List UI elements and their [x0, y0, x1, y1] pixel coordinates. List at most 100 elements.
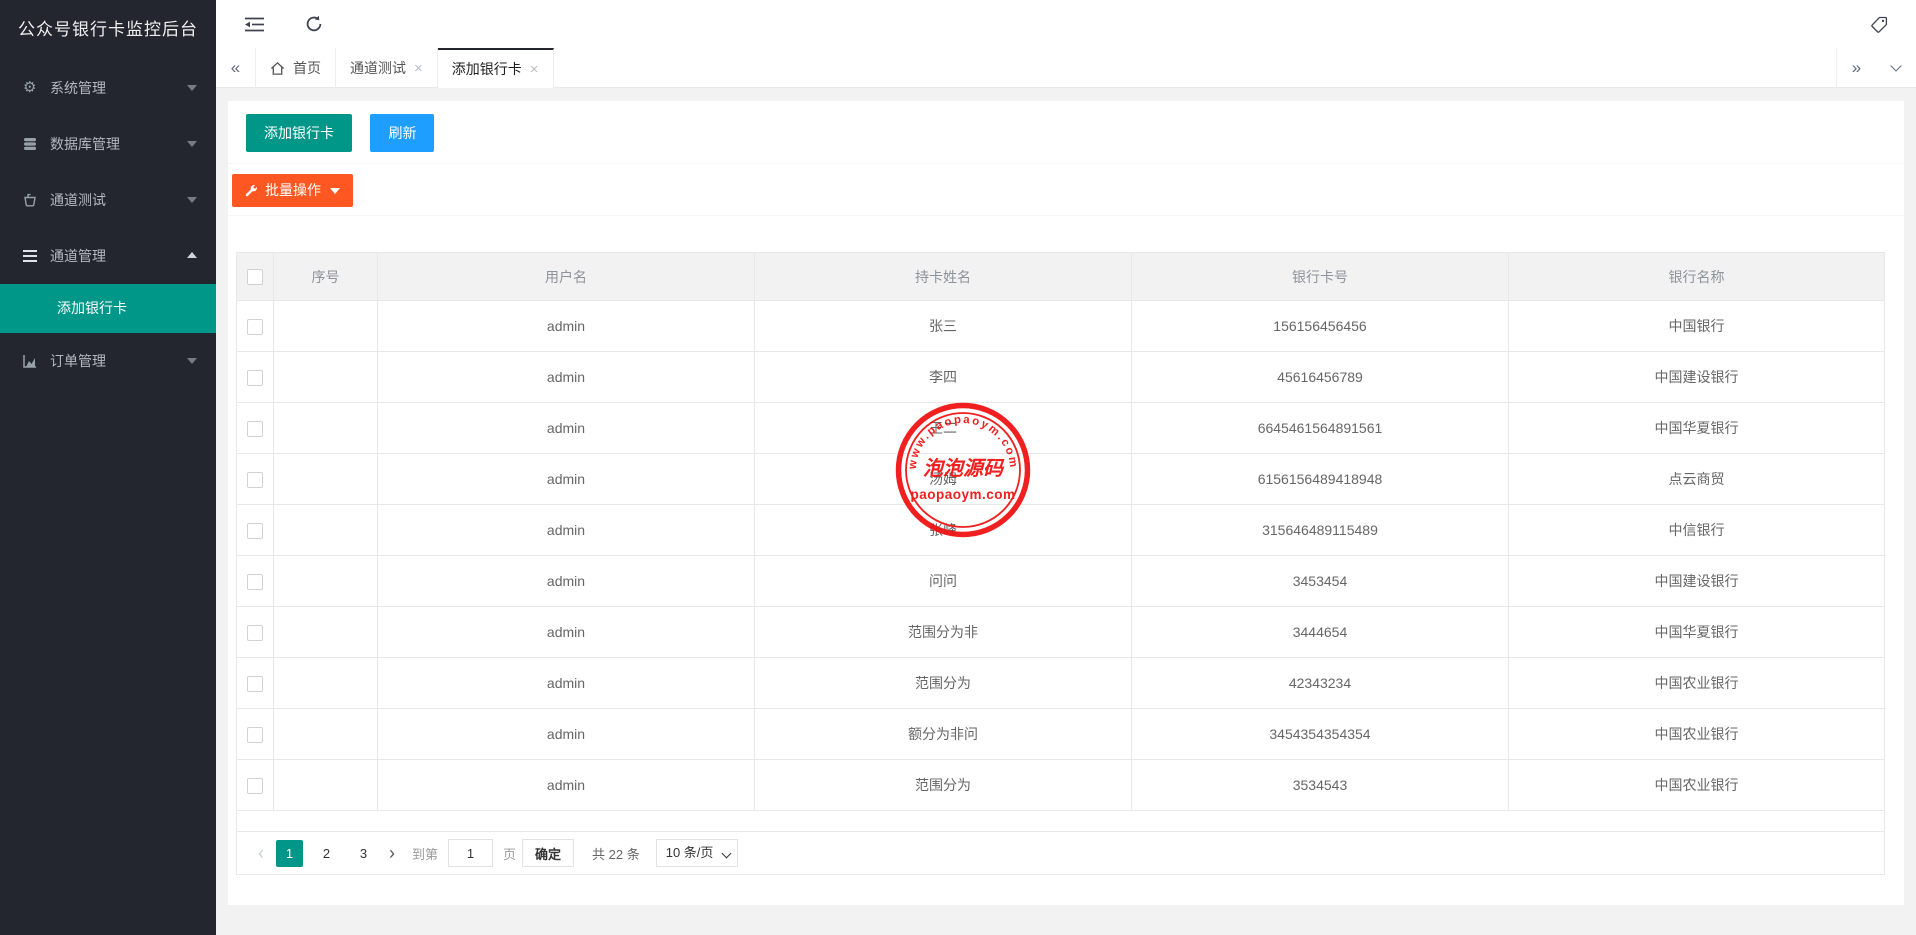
tag-icon[interactable] [1859, 0, 1899, 48]
add-bank-card-button[interactable]: 添加银行卡 [246, 114, 352, 152]
main-panel: 添加银行卡 刷新 批量操作 序号 用户名 [228, 101, 1904, 905]
tabs-scroll-left-icon[interactable]: « [216, 48, 256, 88]
sidebar-item-label: 系统管理 [50, 80, 106, 96]
goto-page-input[interactable] [448, 839, 493, 867]
row-checkbox[interactable] [247, 472, 263, 488]
cell-bank: 中国华夏银行 [1509, 403, 1885, 454]
table-footer-spacer [237, 811, 1884, 832]
table-header-row: 序号 用户名 持卡姓名 银行卡号 银行名称 [237, 253, 1885, 301]
cell-index [274, 556, 378, 607]
cell-index [274, 352, 378, 403]
row-checkbox[interactable] [247, 421, 263, 437]
cell-card-no: 3454354354354 [1132, 709, 1509, 760]
table-row: admin 问问 3453454 中国建设银行 [237, 556, 1885, 607]
cell-index [274, 658, 378, 709]
bank-card-table: 序号 用户名 持卡姓名 银行卡号 银行名称 admin 张三 156156456… [236, 252, 1885, 875]
page-button-1[interactable]: 1 [276, 840, 303, 867]
wrench-icon [245, 184, 258, 197]
gear-icon: ⚙ [23, 60, 36, 116]
cell-bank: 中国农业银行 [1509, 709, 1885, 760]
cell-index [274, 505, 378, 556]
sidebar-subitem-add-bank-card[interactable]: 添加银行卡 [0, 284, 216, 333]
cell-checkbox [237, 505, 274, 556]
page-size-select[interactable]: 10 条/页 [656, 839, 739, 867]
cell-bank: 中国农业银行 [1509, 658, 1885, 709]
sidebar-submenu: 添加银行卡 [0, 284, 216, 333]
cell-index [274, 454, 378, 505]
cell-card-no: 3534543 [1132, 760, 1509, 811]
total-count-label: 共 22 条 [592, 844, 640, 863]
column-header-holder: 持卡姓名 [755, 253, 1132, 301]
close-icon[interactable]: × [414, 61, 423, 76]
cell-card-no: 6645461564891561 [1132, 403, 1509, 454]
cell-index [274, 301, 378, 352]
table-row: admin 李四 45616456789 中国建设银行 [237, 352, 1885, 403]
row-checkbox[interactable] [247, 370, 263, 386]
cell-username: admin [378, 760, 755, 811]
select-all-checkbox[interactable] [247, 269, 263, 285]
cell-holder: 张三 [755, 301, 1132, 352]
tabs-menu-icon[interactable] [1876, 48, 1916, 88]
sidebar-item-channel-manage[interactable]: 通道管理 [0, 228, 216, 284]
row-checkbox[interactable] [247, 625, 263, 641]
toolbar: 添加银行卡 刷新 [228, 101, 1904, 164]
cell-index [274, 709, 378, 760]
cell-bank: 中国农业银行 [1509, 760, 1885, 811]
tab-label: 添加银行卡 [452, 59, 522, 79]
sidebar-item-channel-test[interactable]: 通道测试 [0, 172, 216, 228]
row-checkbox[interactable] [247, 574, 263, 590]
cell-card-no: 3453454 [1132, 556, 1509, 607]
cell-checkbox [237, 352, 274, 403]
cell-card-no: 42343234 [1132, 658, 1509, 709]
cell-index [274, 607, 378, 658]
cell-index [274, 760, 378, 811]
sidebar-item-orders[interactable]: 订单管理 [0, 333, 216, 389]
confirm-page-button[interactable]: 确定 [522, 839, 574, 867]
sidebar-item-system[interactable]: ⚙ 系统管理 [0, 60, 216, 116]
sidebar-nav: ⚙ 系统管理 数据库管理 通道测试 [0, 60, 216, 389]
cell-bank: 中国银行 [1509, 301, 1885, 352]
column-header-username: 用户名 [378, 253, 755, 301]
tab-label: 通道测试 [350, 58, 406, 78]
row-checkbox[interactable] [247, 676, 263, 692]
cell-bank: 中国建设银行 [1509, 556, 1885, 607]
refresh-button[interactable]: 刷新 [370, 114, 434, 152]
row-checkbox[interactable] [247, 523, 263, 539]
table-row: admin 王二 6645461564891561 中国华夏银行 [237, 403, 1885, 454]
chevron-up-icon [187, 252, 197, 258]
cell-username: admin [378, 352, 755, 403]
tab-home[interactable]: 首页 [256, 48, 336, 88]
batch-actions-button[interactable]: 批量操作 [232, 174, 353, 207]
cell-checkbox [237, 658, 274, 709]
next-page-icon[interactable]: › [382, 844, 402, 862]
sidebar-subitem-label: 添加银行卡 [57, 300, 127, 316]
cell-bank: 中国建设银行 [1509, 352, 1885, 403]
cell-bank: 点云商贸 [1509, 454, 1885, 505]
prev-page-icon[interactable]: ‹ [251, 844, 271, 862]
page-size-value: 10 条/页 [666, 845, 714, 860]
chart-icon [23, 333, 37, 389]
row-checkbox[interactable] [247, 727, 263, 743]
row-checkbox[interactable] [247, 319, 263, 335]
chevron-down-icon [330, 188, 340, 194]
page-button-2[interactable]: 2 [313, 840, 340, 867]
sidebar-item-label: 通道测试 [50, 192, 106, 208]
tabs-scroll-right-icon[interactable]: » [1836, 48, 1876, 88]
collapse-menu-icon[interactable] [234, 0, 274, 48]
cell-index [274, 403, 378, 454]
page-button-3[interactable]: 3 [350, 840, 377, 867]
sidebar-item-database[interactable]: 数据库管理 [0, 116, 216, 172]
tab-channel-test[interactable]: 通道测试 × [336, 48, 438, 88]
table-body: admin 张三 156156456456 中国银行 admin 李四 4561… [237, 301, 1885, 811]
refresh-icon[interactable] [294, 0, 334, 48]
tabbar: « 首页 通道测试 × 添加银行卡 × » [216, 48, 1916, 88]
batch-toolbar: 批量操作 [228, 164, 1904, 216]
close-icon[interactable]: × [530, 62, 539, 77]
tab-add-bank-card[interactable]: 添加银行卡 × [438, 48, 554, 88]
cell-checkbox [237, 403, 274, 454]
chevron-down-icon [722, 849, 732, 859]
cell-username: admin [378, 607, 755, 658]
row-checkbox[interactable] [247, 778, 263, 794]
cell-checkbox [237, 301, 274, 352]
cell-username: admin [378, 658, 755, 709]
